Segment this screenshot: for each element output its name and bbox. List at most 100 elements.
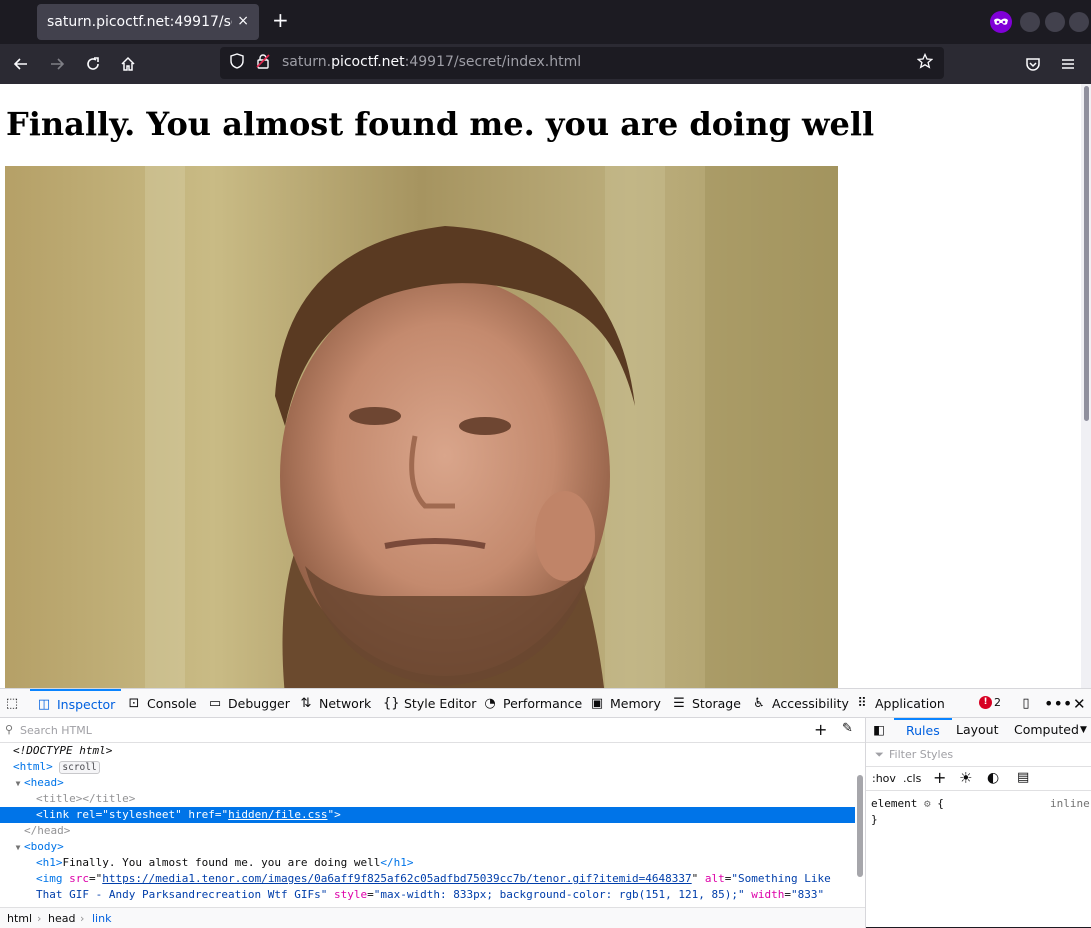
tree-head[interactable]: ▼ <head> <box>0 775 855 791</box>
close-devtools-icon[interactable]: ✕ <box>1073 689 1086 718</box>
attr-value: "833" <box>791 888 825 901</box>
tree-img[interactable]: <img src="https://media1.tenor.com/image… <box>0 871 855 887</box>
filter-styles-input[interactable]: Filter Styles <box>889 748 953 761</box>
back-arrow-icon[interactable] <box>10 53 32 75</box>
insecure-lock-icon[interactable] <box>254 53 272 71</box>
responsive-design-icon[interactable]: ▯ <box>1018 689 1039 718</box>
add-rule-icon[interactable]: + <box>933 768 946 787</box>
tab-console[interactable]: ⊡ Console <box>126 689 197 718</box>
forward-arrow-icon[interactable] <box>46 53 68 75</box>
scroll-badge[interactable]: scroll <box>59 761 100 774</box>
tab-debugger[interactable]: ▭ Debugger <box>207 689 290 718</box>
element-picker-icon[interactable]: ⬚ <box>4 689 25 718</box>
url-text[interactable]: saturn.picoctf.net:49917/secret/index.ht… <box>282 54 581 70</box>
shield-icon[interactable] <box>228 53 246 71</box>
eyedropper-icon[interactable]: ✎ <box>842 721 853 736</box>
tab-application[interactable]: ⠿ Application <box>854 689 945 718</box>
application-icon: ⠿ <box>857 696 867 711</box>
toggle-sidebar-icon[interactable]: ◧ <box>873 718 885 743</box>
tab-label: Performance <box>503 696 583 711</box>
minimize-button[interactable] <box>1020 12 1040 32</box>
rules-panel: ◧ Rules Layout Computed ▼ ⏷ Filter Style… <box>865 718 1091 928</box>
head-close-tag: </head> <box>24 824 71 837</box>
expand-arrow-icon[interactable]: ▼ <box>12 776 24 792</box>
cls-toggle[interactable]: .cls <box>903 772 921 785</box>
breadcrumb: html › head › link <box>0 907 865 928</box>
tab-label: Inspector <box>57 697 116 712</box>
gear-icon[interactable]: ⚙ <box>924 797 931 810</box>
tab-label: Application <box>875 696 945 711</box>
href-link[interactable]: hidden/file.css <box>228 808 327 821</box>
menu-icon[interactable] <box>1057 53 1079 75</box>
inspector-icon: ◫ <box>37 697 51 712</box>
print-media-icon[interactable]: ▤ <box>1017 770 1029 785</box>
tag-name: link <box>42 808 70 821</box>
tab-network[interactable]: ⇅ Network <box>298 689 372 718</box>
new-tab-button[interactable]: + <box>272 10 289 30</box>
url-bar[interactable]: saturn.picoctf.net:49917/secret/index.ht… <box>220 47 944 79</box>
rule-header[interactable]: element ⚙ { <box>871 797 944 810</box>
attr-name: alt <box>704 872 725 885</box>
breadcrumb-separator: › <box>80 912 85 925</box>
close-window-button[interactable] <box>1069 12 1089 32</box>
rules-tabs: ◧ Rules Layout Computed ▼ <box>866 718 1091 743</box>
browser-tab[interactable]: saturn.picoctf.net:49917/secret/index.ht… <box>37 4 259 40</box>
img-src-link[interactable]: https://media1.tenor.com/images/0a6aff9f… <box>102 872 691 885</box>
tab-style-editor[interactable]: {} Style Editor <box>383 689 476 718</box>
tab-label: Network <box>319 696 372 711</box>
tab-accessibility[interactable]: ♿ Accessibility <box>751 689 849 718</box>
tab-performance[interactable]: ◔ Performance <box>482 689 582 718</box>
error-count[interactable]: 2 <box>994 696 1001 709</box>
page-scroll-thumb[interactable] <box>1084 86 1089 421</box>
tab-memory[interactable]: ▣ Memory <box>589 689 661 718</box>
tree-head-close[interactable]: </head> <box>0 823 855 839</box>
network-icon: ⇅ <box>300 696 312 711</box>
light-theme-icon[interactable]: ☀ <box>959 769 972 787</box>
error-icon[interactable]: ! <box>979 696 992 709</box>
home-icon[interactable] <box>117 53 139 75</box>
breadcrumb-head[interactable]: head <box>48 912 75 925</box>
performance-icon: ◔ <box>484 696 496 711</box>
filter-icon: ⏷ <box>875 748 884 761</box>
tree-html[interactable]: <html> scroll <box>0 759 855 775</box>
breadcrumb-html[interactable]: html <box>7 912 32 925</box>
tag-name: img <box>42 872 63 885</box>
dark-theme-icon[interactable]: ◐ <box>987 770 999 786</box>
memory-icon: ▣ <box>590 696 604 711</box>
markup-scrollbar[interactable] <box>857 775 863 877</box>
tabs-overflow-chevron-icon[interactable]: ▼ <box>1080 718 1087 743</box>
tree-title[interactable]: <title></title> <box>0 791 855 807</box>
hov-toggle[interactable]: :hov <box>872 772 896 785</box>
breadcrumb-link[interactable]: link <box>92 912 111 925</box>
add-node-icon[interactable]: + <box>814 720 827 739</box>
page-scrollbar[interactable] <box>1081 84 1091 688</box>
attr-name: width <box>751 888 785 901</box>
tab-inspector[interactable]: ◫ Inspector <box>30 689 122 718</box>
tab-label: Accessibility <box>772 696 849 711</box>
bookmark-star-icon[interactable] <box>916 52 934 71</box>
rule-close-brace: } <box>871 813 878 826</box>
tab-storage[interactable]: ☰ Storage <box>671 689 741 718</box>
reload-icon[interactable] <box>82 53 104 75</box>
pocket-icon[interactable] <box>1022 53 1044 75</box>
tab-computed[interactable]: Computed <box>1014 718 1079 743</box>
tree-link-selected[interactable]: <link rel="stylesheet" href="hidden/file… <box>0 807 855 823</box>
maximize-button[interactable] <box>1045 12 1065 32</box>
tree-body[interactable]: ▼ <body> <box>0 839 855 855</box>
url-prefix: saturn. <box>282 54 332 70</box>
h1-open-tag: <h1> <box>36 856 63 869</box>
tab-close-icon[interactable]: × <box>237 13 249 29</box>
search-html-input[interactable]: Search HTML <box>20 724 92 737</box>
tab-rules[interactable]: Rules <box>894 718 952 743</box>
style-editor-icon: {} <box>383 696 400 711</box>
tag-name: body <box>30 840 58 853</box>
tab-layout[interactable]: Layout <box>956 718 999 743</box>
tree-doctype[interactable]: <!DOCTYPE html> <box>0 743 855 759</box>
more-options-icon[interactable]: ••• <box>1044 689 1072 718</box>
attr-value: "Something Like <box>731 872 831 885</box>
tree-img-cont[interactable]: That GIF - Andy Parksandrecreation Wtf G… <box>0 887 855 903</box>
accessibility-icon: ♿ <box>753 696 765 711</box>
tree-h1[interactable]: <h1>Finally. You almost found me. you ar… <box>0 855 855 871</box>
expand-arrow-icon[interactable]: ▼ <box>12 840 24 856</box>
attr-value: "stylesheet" <box>102 808 182 821</box>
